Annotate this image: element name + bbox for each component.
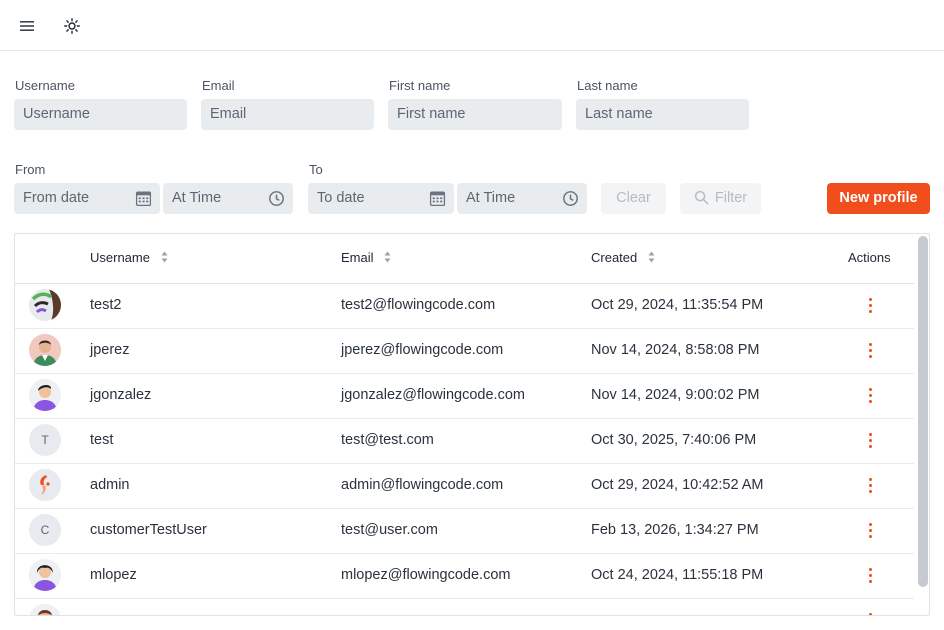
more-actions-icon[interactable] bbox=[864, 343, 876, 361]
sort-icon[interactable] bbox=[648, 251, 655, 263]
created-cell: Oct 29, 2024, 11:35:54 PM bbox=[591, 297, 764, 313]
to-time-input[interactable]: At Time bbox=[457, 183, 587, 214]
calendar-icon[interactable] bbox=[135, 190, 152, 207]
username-cell: jperez bbox=[90, 342, 130, 358]
to-label: To bbox=[309, 162, 323, 177]
table-row[interactable]: test2 test2@flowingcode.com Oct 29, 2024… bbox=[15, 284, 914, 329]
created-cell: Oct 29, 2024, 10:42:52 AM bbox=[591, 477, 764, 493]
clock-icon[interactable] bbox=[562, 190, 579, 207]
last-name-input[interactable]: Last name bbox=[576, 99, 749, 130]
search-icon bbox=[694, 190, 709, 205]
column-email-label: Email bbox=[341, 250, 374, 265]
sort-icon[interactable] bbox=[161, 251, 168, 263]
username-cell: customerTestUser bbox=[90, 522, 207, 538]
clock-icon[interactable] bbox=[268, 190, 285, 207]
email-cell: test@test.com bbox=[341, 432, 434, 448]
avatar bbox=[29, 469, 61, 501]
email-cell: test2@flowingcode.com bbox=[341, 297, 496, 313]
username-label: Username bbox=[15, 78, 75, 93]
email-cell: test@user.com bbox=[341, 522, 438, 538]
column-created-label: Created bbox=[591, 250, 638, 265]
filter-button[interactable]: Filter bbox=[680, 183, 761, 214]
username-cell: jgonzalez bbox=[90, 387, 152, 403]
email-cell: admin@flowingcode.com bbox=[341, 477, 504, 493]
last-name-filter: Last name Last name bbox=[576, 78, 749, 131]
column-username[interactable]: Username bbox=[90, 250, 168, 265]
calendar-icon[interactable] bbox=[429, 190, 446, 207]
top-bar bbox=[0, 0, 944, 51]
sun-icon[interactable] bbox=[58, 12, 86, 40]
column-actions: Actions bbox=[848, 250, 891, 265]
from-date-placeholder: From date bbox=[23, 190, 90, 206]
table-row[interactable]: jperez jperez@flowingcode.com Nov 14, 20… bbox=[15, 329, 914, 374]
email-filter: Email Email bbox=[201, 78, 374, 131]
email-label: Email bbox=[202, 78, 235, 93]
more-actions-icon[interactable] bbox=[864, 523, 876, 541]
more-actions-icon[interactable] bbox=[864, 568, 876, 586]
grid-header: Username Email Created Actions bbox=[15, 234, 914, 284]
from-time-placeholder: At Time bbox=[172, 190, 222, 206]
from-date-input[interactable]: From date bbox=[14, 183, 160, 214]
created-cell: Oct 30, 2025, 7:40:06 PM bbox=[591, 432, 757, 448]
from-time-input[interactable]: At Time bbox=[163, 183, 293, 214]
avatar: T bbox=[29, 424, 61, 456]
created-cell: Feb 13, 2026, 1:34:27 PM bbox=[591, 522, 759, 538]
column-created[interactable]: Created bbox=[591, 250, 655, 265]
more-actions-icon[interactable] bbox=[864, 478, 876, 496]
first-name-input[interactable]: First name bbox=[388, 99, 562, 130]
column-username-label: Username bbox=[90, 250, 150, 265]
username-cell: test2 bbox=[90, 297, 122, 313]
avatar bbox=[29, 334, 61, 366]
from-filter: From From date At Time bbox=[14, 162, 294, 215]
new-profile-button[interactable]: New profile bbox=[827, 183, 930, 214]
more-actions-icon[interactable] bbox=[864, 298, 876, 316]
username-cell: mlopez bbox=[90, 567, 137, 583]
username-filter: Username Username bbox=[14, 78, 187, 131]
to-date-input[interactable]: To date bbox=[308, 183, 454, 214]
table-row[interactable] bbox=[15, 599, 914, 615]
to-time-placeholder: At Time bbox=[466, 190, 516, 206]
clear-button[interactable]: Clear bbox=[601, 183, 666, 214]
username-cell: admin bbox=[90, 477, 130, 493]
sort-icon[interactable] bbox=[384, 251, 391, 263]
username-cell: test bbox=[90, 432, 114, 448]
avatar: C bbox=[29, 514, 61, 546]
created-cell: Nov 14, 2024, 9:00:02 PM bbox=[591, 387, 760, 403]
grid-scrollbar[interactable] bbox=[918, 236, 928, 587]
last-name-label: Last name bbox=[577, 78, 638, 93]
to-filter: To To date At Time bbox=[308, 162, 588, 215]
first-name-label: First name bbox=[389, 78, 451, 93]
created-cell: Oct 24, 2024, 11:55:18 PM bbox=[591, 567, 764, 583]
table-row[interactable]: jgonzalez jgonzalez@flowingcode.com Nov … bbox=[15, 374, 914, 419]
from-label: From bbox=[15, 162, 46, 177]
filter-button-label: Filter bbox=[714, 190, 748, 206]
username-input[interactable]: Username bbox=[14, 99, 187, 130]
first-name-filter: First name First name bbox=[388, 78, 562, 131]
email-cell: jgonzalez@flowingcode.com bbox=[341, 387, 525, 403]
column-email[interactable]: Email bbox=[341, 250, 391, 265]
more-actions-icon[interactable] bbox=[864, 388, 876, 406]
more-actions-icon[interactable] bbox=[864, 613, 876, 615]
avatar bbox=[29, 379, 61, 411]
to-date-placeholder: To date bbox=[317, 190, 365, 206]
email-cell: mlopez@flowingcode.com bbox=[341, 567, 511, 583]
avatar bbox=[29, 559, 61, 591]
table-row[interactable]: admin admin@flowingcode.com Oct 29, 2024… bbox=[15, 464, 914, 509]
avatar bbox=[29, 289, 61, 321]
email-cell: jperez@flowingcode.com bbox=[341, 342, 504, 358]
created-cell: Nov 14, 2024, 8:58:08 PM bbox=[591, 342, 760, 358]
table-row[interactable]: mlopez mlopez@flowingcode.com Oct 24, 20… bbox=[15, 554, 914, 599]
hamburger-menu-icon[interactable] bbox=[13, 12, 41, 40]
more-actions-icon[interactable] bbox=[864, 433, 876, 451]
table-row[interactable]: T test test@test.com Oct 30, 2025, 7:40:… bbox=[15, 419, 914, 464]
email-input[interactable]: Email bbox=[201, 99, 374, 130]
avatar bbox=[29, 604, 61, 615]
table-row[interactable]: C customerTestUser test@user.com Feb 13,… bbox=[15, 509, 914, 554]
profiles-grid: Username Email Created Actions test2 tes… bbox=[14, 233, 930, 616]
